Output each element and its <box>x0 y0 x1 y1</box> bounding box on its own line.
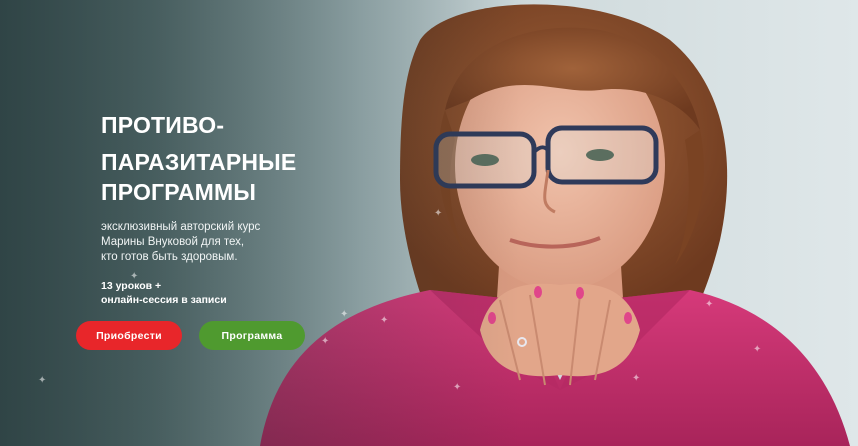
hero-section: ✦ ✦ ✦ ✦ ✦ ✦ ✦ ✦ ✦ ✦ ПРОТИВО- ПАРАЗИТАРНЫ… <box>0 0 858 446</box>
hero-content: ПРОТИВО- ПАРАЗИТАРНЫЕ ПРОГРАММЫ эксклюзи… <box>101 110 401 307</box>
course-description: эксклюзивный авторский курс Марины Внуко… <box>101 220 401 265</box>
title-line-2: ПАРАЗИТАРНЫЕ <box>101 149 297 175</box>
sparkle-icon: ✦ <box>632 373 641 384</box>
hero-title: ПРОТИВО- ПАРАЗИТАРНЫЕ ПРОГРАММЫ <box>101 110 401 207</box>
sparkle-icon: ✦ <box>753 344 762 355</box>
sparkle-icon: ✦ <box>340 309 349 320</box>
online-session-note: онлайн-сессия в записи <box>101 294 227 306</box>
sparkle-icon: ✦ <box>453 382 462 393</box>
program-button[interactable]: Программа <box>199 321 305 350</box>
sparkle-icon: ✦ <box>434 208 443 219</box>
buy-button[interactable]: Приобрести <box>76 321 182 350</box>
sparkle-icon: ✦ <box>38 375 47 386</box>
lessons-count: 13 уроков + <box>101 280 162 292</box>
sparkle-icon: ✦ <box>321 336 330 347</box>
description-line-3: кто готов быть здоровым. <box>101 251 238 263</box>
lessons-info: 13 уроков + онлайн-сессия в записи <box>101 279 401 307</box>
sparkle-icon: ✦ <box>380 315 389 326</box>
description-line-1: эксклюзивный авторский курс <box>101 221 261 233</box>
title-line-3: ПРОГРАММЫ <box>101 179 257 205</box>
sparkle-icon: ✦ <box>705 299 714 310</box>
title-line-1: ПРОТИВО- <box>101 112 225 138</box>
description-line-2: Марины Внуковой для тех, <box>101 236 245 248</box>
